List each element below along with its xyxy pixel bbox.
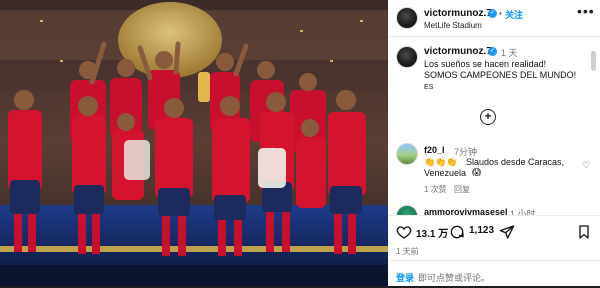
login-link[interactable]: 登录 [396, 271, 414, 284]
comment-like-heart-icon[interactable]: ♡ [582, 160, 590, 171]
comment-text-line1: Slaudos desde Caracas, [466, 157, 565, 167]
caption-author-avatar[interactable] [396, 46, 418, 68]
comment-time: 1 小时 [510, 209, 536, 215]
author-username[interactable]: victormunoz.7 [424, 8, 492, 19]
login-prompt-text: 即可点赞或评论。 [418, 273, 491, 283]
post-date: 1 天前 [396, 247, 419, 256]
celebration-photo-illustration [0, 0, 388, 286]
reply-button[interactable]: 回复 [454, 184, 470, 195]
verified-badge-icon: ✓ [488, 47, 497, 56]
caption-username[interactable]: victormunoz.7 [424, 46, 492, 57]
post-side-panel: victormunoz.7 ✓ • 关注 MetLife Stadium •••… [388, 0, 600, 286]
comments-scrollbar[interactable] [591, 51, 596, 71]
caption-text-line1: Los sueños se hacen realidad! [424, 59, 547, 69]
caption-time: 1 天 [501, 48, 518, 58]
login-prompt: 登录 即可点赞或评论。 [388, 260, 600, 288]
comment-text-line2: Venezuela [424, 168, 467, 178]
more-options-icon[interactable]: ••• [577, 3, 595, 19]
save-bookmark-icon[interactable] [576, 224, 592, 240]
post-photo[interactable] [0, 0, 388, 286]
comment-likes[interactable]: 1 次赞 [424, 184, 447, 195]
post-header: victormunoz.7 ✓ • 关注 MetLife Stadium ••• [388, 0, 600, 37]
comment-emoji: 😱 [472, 167, 482, 177]
commenter-avatar[interactable] [396, 143, 418, 165]
like-heart-icon[interactable] [396, 224, 412, 240]
author-avatar[interactable] [396, 7, 418, 29]
comment-bubble-icon[interactable] [449, 224, 465, 240]
comments-count[interactable]: 1,123 [469, 225, 494, 236]
instagram-post-window: victormunoz.7 ✓ • 关注 MetLife Stadium •••… [0, 0, 600, 286]
caption-text-line2: SOMOS CAMPEONES DEL MUNDO! [424, 70, 577, 80]
separator-dot: • [499, 9, 502, 18]
comment-username[interactable]: f20_l [424, 145, 445, 155]
post-actions-bar: 13.1 万 1,123 1 天前 登录 即可点赞或评论。 [388, 215, 600, 287]
verified-badge-icon: ✓ [488, 9, 497, 18]
comment-username[interactable]: ammorovivmasesel [424, 207, 508, 215]
likes-count[interactable]: 13.1 万 [416, 225, 448, 240]
comment-emojis: 👏👏👏 [424, 157, 458, 167]
load-more-comments-button[interactable]: + [480, 109, 496, 125]
commenter-avatar[interactable] [396, 205, 418, 215]
flag-emoji-text: ES [424, 84, 434, 91]
follow-button[interactable]: 关注 [505, 8, 523, 21]
post-location[interactable]: MetLife Stadium [424, 21, 482, 30]
caption-and-comments[interactable]: victormunoz.7 ✓ 1 天 Los sueños se hacen … [388, 37, 600, 215]
share-paper-plane-icon[interactable] [499, 224, 515, 240]
